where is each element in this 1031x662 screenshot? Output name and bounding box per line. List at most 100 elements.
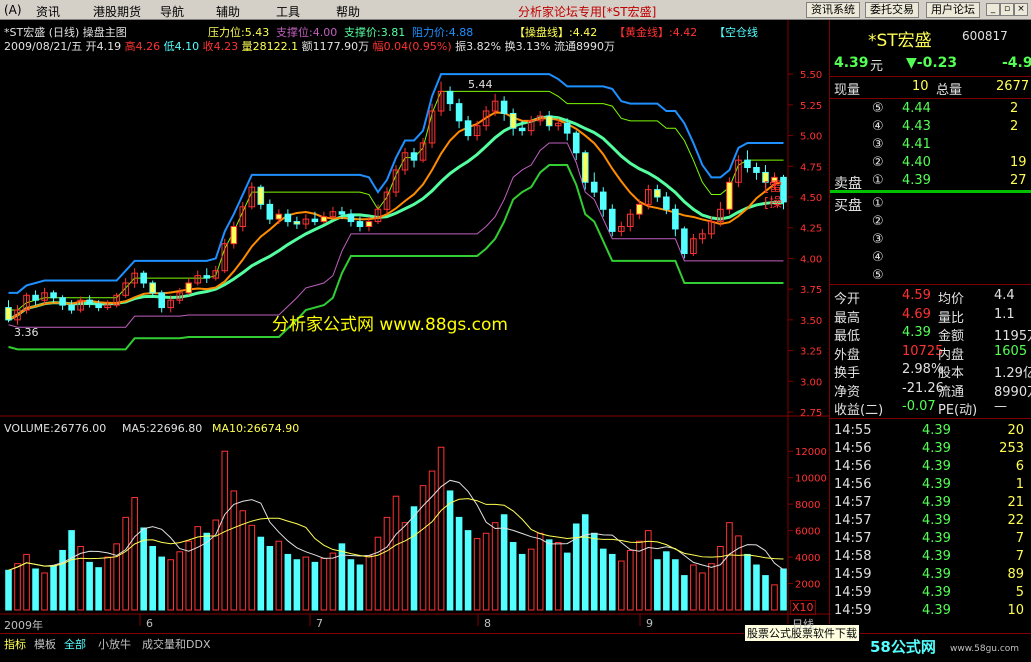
tick-time: 14:56 (834, 459, 872, 474)
volume-bar (410, 506, 418, 611)
price-axis-label: 3.25 (800, 347, 822, 358)
stat-value: 1.29亿 (994, 366, 1031, 381)
side-label-2: [操 (764, 196, 783, 211)
order-price: 4.44 (902, 101, 931, 116)
tab-all[interactable]: 全部 (64, 636, 86, 652)
zongliang-value: 2677 (996, 79, 1030, 94)
volume-bar (500, 514, 508, 611)
trade-button[interactable]: 委托交易 (865, 2, 919, 18)
volume-bar (572, 523, 580, 611)
sell-order-row[interactable]: ④ 4.43 2 (830, 118, 1031, 136)
minimize-icon[interactable]: _ (986, 3, 1000, 16)
stat-row: 今开 4.59 均价 4.4 (830, 287, 1031, 307)
stat-label: 外盘 (834, 347, 861, 363)
buy-order-row[interactable]: ④ (830, 249, 1031, 267)
volume-bar (527, 548, 535, 611)
menu-item-hk-futures[interactable]: 港股期货 (93, 3, 141, 20)
buy-order-row[interactable]: ② (830, 213, 1031, 231)
volume-bar (627, 549, 634, 611)
volume-bar (158, 556, 165, 611)
close-icon[interactable]: × (1014, 3, 1028, 16)
volume-bar (374, 536, 382, 611)
tick-time: 14:59 (834, 567, 872, 582)
xianliang-label: 现量 (834, 83, 861, 98)
order-price: 4.40 (902, 155, 931, 170)
candle-body (140, 272, 147, 284)
tab-indicator[interactable]: 指标 (4, 636, 26, 652)
restore-icon[interactable]: ▫ (1000, 3, 1014, 16)
tab-template[interactable]: 模板 (34, 636, 56, 652)
menu-item-tools[interactable]: 工具 (276, 3, 300, 20)
volume-bar (266, 545, 274, 611)
news-system-button[interactable]: 资讯系统 (806, 2, 860, 18)
stat-value: 1195万 (994, 329, 1031, 344)
stat-value: -0.07 (902, 399, 936, 414)
volume-bar (320, 557, 328, 611)
price-axis-label: 5.00 (800, 132, 822, 143)
candle-body (726, 181, 733, 210)
volume-bar (446, 490, 454, 611)
volume-bar (590, 532, 598, 611)
candle-body (681, 228, 688, 255)
menu-item-assist[interactable]: 辅助 (216, 3, 240, 20)
candle-body (464, 120, 472, 137)
stat-label: 收益(二) (834, 403, 884, 418)
stat-row: 外盘 10725 内盘 1605 (830, 343, 1031, 363)
volume-bar (663, 551, 670, 611)
volume-bar (482, 532, 490, 611)
quote-open: 开4.19 (85, 40, 122, 53)
candle-body (68, 304, 75, 311)
tick-volume: 5 (1015, 585, 1024, 600)
buy-order-row[interactable]: ③ (830, 231, 1031, 249)
order-volume: 27 (1010, 173, 1027, 188)
menu-item-help[interactable]: 帮助 (336, 3, 360, 20)
divider (830, 98, 1031, 99)
volume-bar (302, 556, 310, 611)
sell-order-row[interactable]: ② 4.40 19 (830, 154, 1031, 172)
candle-body (365, 221, 373, 227)
candle-body (86, 299, 93, 305)
candle-body (518, 127, 526, 132)
candle-body (266, 203, 274, 220)
forum-button[interactable]: 用户论坛 (926, 2, 980, 18)
tab-volume-ddx[interactable]: 成交量和DDX (142, 636, 210, 652)
tick-price: 4.39 (922, 423, 951, 438)
candle-body (149, 282, 156, 294)
volume-bar (509, 542, 517, 611)
quote-amplitude: 振3.82% (455, 40, 502, 53)
kline-chart-area[interactable]: 5.50 5.25 5.00 4.75 4.50 4.25 4.00 3.75 3.50 3.25… (0, 20, 829, 633)
price-axis-label: 3.50 (800, 316, 822, 327)
menu-item-news[interactable]: 资讯 (36, 3, 60, 20)
menu-item-navigate[interactable]: 导航 (160, 3, 184, 20)
low-mark-label: 3.36 (14, 326, 39, 339)
tick-price: 4.39 (922, 459, 951, 474)
tick-row: 14:59 4.39 5 (830, 584, 1031, 602)
order-level: ④ (872, 119, 884, 134)
day-label: 日线 (792, 618, 814, 631)
volume-bar (654, 559, 661, 611)
volume-value: VOLUME:26776.00 (4, 422, 107, 435)
volume-bar (311, 561, 319, 611)
buy-order-row[interactable]: ⑤ (830, 267, 1031, 285)
empty-line-value: 【空仓线 (714, 26, 758, 39)
volume-bar (338, 543, 346, 611)
volume-axis-label: 8000 (795, 500, 820, 511)
volume-bar (681, 575, 688, 611)
stat-row: 最高 4.69 量比 1.1 (830, 306, 1031, 326)
x-label-sep: 9 (646, 617, 653, 630)
sell-order-row[interactable]: ⑤ 4.44 2 (830, 100, 1031, 118)
candle-body (410, 152, 418, 161)
tick-time: 14:55 (834, 423, 872, 438)
volume-bar (690, 564, 697, 611)
candle-body (95, 303, 102, 309)
sell-order-row[interactable]: ③ 4.41 (830, 136, 1031, 154)
buy-order-row[interactable]: ① (830, 195, 1031, 213)
volume-bar (248, 524, 256, 611)
menu-item-a[interactable]: (A) (4, 3, 22, 17)
bottom-tab-bar: 指标 模板 全部 小放牛 成交量和DDX 股票公式股票软件下载 58公式网 ww… (0, 618, 1031, 662)
tab-xiaofangniu[interactable]: 小放牛 (98, 636, 131, 652)
tick-price: 4.39 (922, 549, 951, 564)
volume-bar (599, 548, 607, 611)
tick-row: 14:55 4.39 20 (830, 422, 1031, 440)
volume-bar (59, 549, 66, 611)
